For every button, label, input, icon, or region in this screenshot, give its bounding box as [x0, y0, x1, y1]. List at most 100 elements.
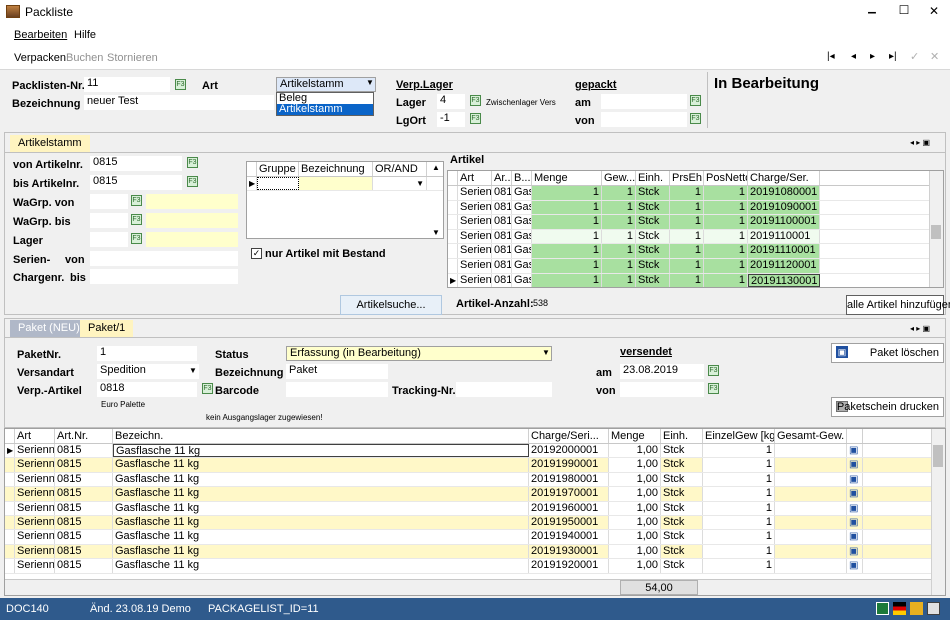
- position-cell[interactable]: Gasflasche 11 kg: [113, 515, 529, 530]
- position-cell[interactable]: 1,00: [609, 472, 661, 487]
- position-cell[interactable]: 1,00: [609, 458, 661, 472]
- position-cell[interactable]: 1,00: [609, 501, 661, 515]
- wagrp-bis-input[interactable]: [90, 213, 128, 228]
- position-row[interactable]: Seriennr.0815Gasflasche 11 kg20191930001…: [5, 544, 945, 560]
- next-record-icon[interactable]: ▸: [870, 51, 875, 62]
- package-icon[interactable]: ▣: [847, 472, 863, 487]
- position-cell[interactable]: Gasflasche 11 kg: [113, 458, 529, 472]
- verp-artikel-input[interactable]: 0818: [97, 382, 197, 397]
- position-cell[interactable]: Gasflasche 11 kg: [113, 559, 529, 573]
- bis-artikelnr-input[interactable]: 0815: [90, 175, 182, 190]
- position-cell[interactable]: Gasflasche 11 kg: [113, 530, 529, 544]
- package-icon[interactable]: ▣: [847, 444, 863, 458]
- position-cell[interactable]: Gasflasche 11 kg: [113, 544, 529, 559]
- gepackt-am-calendar-icon[interactable]: F3: [690, 95, 701, 106]
- position-row[interactable]: ▶Seriennr.0815Gasflasche 11 kg2019200000…: [5, 444, 945, 459]
- tab-artikelstamm[interactable]: Artikelstamm: [10, 135, 90, 152]
- excel-icon[interactable]: [876, 602, 889, 615]
- col-8[interactable]: Charge/Ser.: [748, 171, 820, 185]
- wagrp-bis-lookup-icon[interactable]: F3: [131, 214, 142, 225]
- position-cell[interactable]: 1,00: [609, 530, 661, 544]
- flag-icon[interactable]: [893, 602, 906, 615]
- package-icon[interactable]: ▣: [847, 458, 863, 472]
- position-cell[interactable]: 1,00: [609, 515, 661, 530]
- gruppe-row[interactable]: ▶ ▼: [247, 177, 443, 192]
- nur-bestand-label[interactable]: nur Artikel mit Bestand: [265, 248, 386, 260]
- paketnr-input[interactable]: 1: [97, 346, 197, 361]
- gruppe-scroll-icon[interactable]: ▲: [432, 163, 440, 172]
- serien-von-input[interactable]: [90, 251, 238, 266]
- packliste-input[interactable]: 11: [84, 77, 170, 92]
- paket-loeschen-button[interactable]: ▣ Paket löschen: [831, 343, 944, 363]
- art-option-artikelstamm[interactable]: Artikelstamm: [277, 104, 373, 115]
- col-5[interactable]: Einh.: [636, 171, 670, 185]
- artikelsuche-button[interactable]: Artikelsuche...: [340, 295, 442, 315]
- pos-col-5[interactable]: Einh.: [661, 429, 703, 443]
- gruppe-scroll-down-icon[interactable]: ▼: [432, 228, 440, 237]
- am-input[interactable]: 23.08.2019: [620, 364, 704, 379]
- pos-col-7[interactable]: Gesamt-Gew.: [775, 429, 847, 443]
- art-select[interactable]: Artikelstamm: [276, 77, 376, 92]
- am-calendar-icon[interactable]: F3: [708, 365, 719, 376]
- col-7[interactable]: PosNetto: [704, 171, 748, 185]
- artikel-scroll-thumb[interactable]: [931, 225, 941, 239]
- col-1[interactable]: Ar...: [492, 171, 512, 185]
- buchen-button[interactable]: Buchen: [66, 52, 103, 64]
- col-0[interactable]: Art: [458, 171, 492, 185]
- artikel-row[interactable]: ▶Seriennr.0815Gas11Stck1120191130001: [448, 273, 943, 287]
- versandart-select[interactable]: Spedition: [97, 364, 199, 379]
- position-row[interactable]: Seriennr.0815Gasflasche 11 kg20191980001…: [5, 472, 945, 488]
- col-gruppe[interactable]: Gruppe: [257, 162, 299, 176]
- artikel-row[interactable]: Seriennr.0815Gas11Stck1120191100001: [448, 215, 943, 230]
- cancel-icon[interactable]: ✕: [930, 50, 939, 63]
- position-cell[interactable]: Gasflasche 11 kg: [113, 487, 529, 501]
- col-4[interactable]: Gew....: [602, 171, 636, 185]
- add-all-button[interactable]: alle Artikel hinzufügen: [846, 295, 950, 315]
- prev-record-icon[interactable]: ◂: [851, 51, 856, 62]
- position-cell[interactable]: 1,00: [609, 487, 661, 501]
- verplager-label[interactable]: Verp.Lager: [396, 79, 453, 91]
- gepackt-von-input[interactable]: [601, 112, 687, 127]
- verp-artikel-lookup-icon[interactable]: F3: [202, 383, 213, 394]
- position-row[interactable]: Seriennr.0815Gasflasche 11 kg20191990001…: [5, 458, 945, 473]
- lock-icon[interactable]: [910, 602, 923, 615]
- von-artikelnr-input[interactable]: 0815: [90, 156, 182, 171]
- tab-paket-neu[interactable]: Paket (NEU): [10, 320, 88, 337]
- wagrp-von-lookup-icon[interactable]: F3: [131, 195, 142, 206]
- package-icon[interactable]: ▣: [847, 530, 863, 544]
- artikel-row[interactable]: Seriennr.0815Gas11Stck1120191110001: [448, 244, 943, 259]
- position-row[interactable]: Seriennr.0815Gasflasche 11 kg20191960001…: [5, 501, 945, 516]
- panel-nav-icon[interactable]: ◂ ▸ ▣: [910, 138, 930, 147]
- lgort-input[interactable]: -1: [437, 112, 465, 127]
- position-row[interactable]: Seriennr.0815Gasflasche 11 kg20191950001…: [5, 515, 945, 531]
- col-or-and[interactable]: OR/AND: [373, 162, 427, 176]
- bez-input[interactable]: Paket: [286, 364, 388, 379]
- position-cell[interactable]: Gasflasche 11 kg: [113, 472, 529, 487]
- tracking-input[interactable]: [456, 382, 552, 397]
- status-select[interactable]: Erfassung (in Bearbeitung): [286, 346, 552, 361]
- package-icon[interactable]: ▣: [847, 501, 863, 515]
- position-cell[interactable]: Gasflasche 11 kg: [113, 444, 529, 458]
- maximize-button[interactable]: ☐: [894, 3, 914, 17]
- confirm-icon[interactable]: ✓: [910, 50, 919, 63]
- package-icon[interactable]: ▣: [847, 515, 863, 530]
- artikel-row[interactable]: Seriennr.0815Gas11Stck1120191080001: [448, 186, 943, 201]
- von-lookup-icon[interactable]: F3: [708, 383, 719, 394]
- lgort-lookup-icon[interactable]: F3: [470, 113, 481, 124]
- nur-bestand-checkbox[interactable]: ✓: [251, 248, 262, 259]
- position-cell[interactable]: 1,00: [609, 444, 661, 458]
- paket-nav-icon[interactable]: ◂ ▸ ▣: [910, 324, 930, 333]
- von-artikelnr-lookup-icon[interactable]: F3: [187, 157, 198, 168]
- bis-artikelnr-lookup-icon[interactable]: F3: [187, 176, 198, 187]
- col-3[interactable]: Menge: [532, 171, 602, 185]
- lager-lookup-icon[interactable]: F3: [470, 95, 481, 106]
- position-row[interactable]: Seriennr.0815Gasflasche 11 kg20191920001…: [5, 559, 945, 574]
- close-button[interactable]: ✕: [924, 4, 944, 18]
- package-icon[interactable]: ▣: [847, 544, 863, 559]
- tab-paket-1[interactable]: Paket/1: [80, 320, 134, 337]
- wagrp-von-input[interactable]: [90, 194, 128, 209]
- position-cell[interactable]: Gasflasche 11 kg: [113, 501, 529, 515]
- pos-col-6[interactable]: EinzelGew [kg]: [703, 429, 775, 443]
- charg-bis-input[interactable]: [90, 269, 238, 284]
- von-input[interactable]: [620, 382, 704, 397]
